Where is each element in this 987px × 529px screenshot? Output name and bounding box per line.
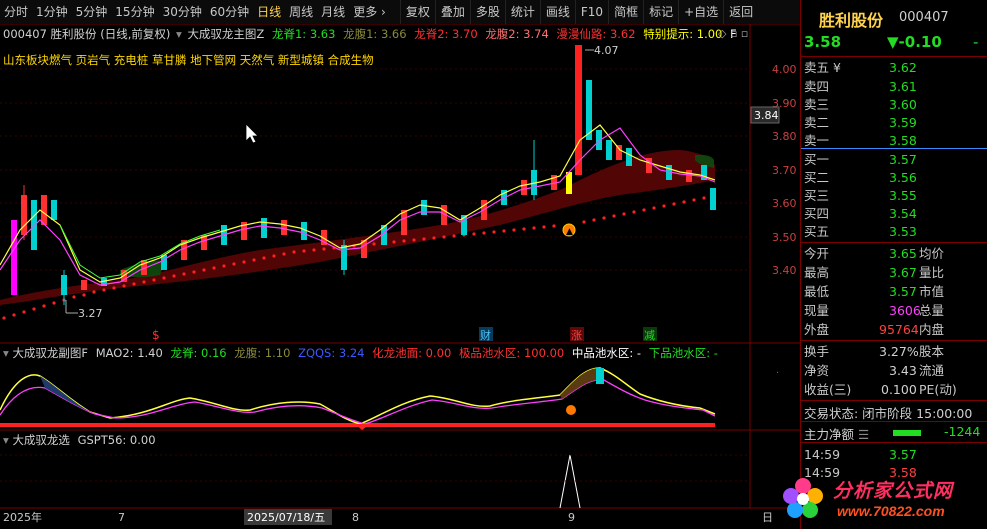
chevron-icon[interactable]: ▾: [3, 346, 9, 360]
bid-row-1[interactable]: 买一 3.57: [801, 150, 987, 169]
high-label: 4.07: [594, 44, 619, 57]
stat-row-volume: 现量 3606 总量: [804, 303, 945, 318]
x-corner: 日: [762, 511, 773, 524]
watermark-url: www.70822.com: [837, 503, 945, 519]
bid-row-2[interactable]: 买二 3.56: [801, 168, 987, 187]
low-label: 3.27: [78, 307, 103, 320]
stock-code: 000407: [899, 10, 949, 25]
stat-row-open: 今开 3.65 均价: [804, 246, 945, 261]
marker-rise: 涨: [571, 329, 582, 342]
stat-row-netasset: 净资 3.43 流通: [804, 363, 945, 378]
price-tag: 3.84: [754, 109, 779, 122]
sub1-cyan-bar: [596, 368, 604, 384]
sub1-item-longfu: 龙腹: 1.10: [234, 346, 291, 360]
sub2-title[interactable]: 大成驭龙选: [12, 433, 70, 447]
sub2-item-gspt56: GSPT56: 0.00: [77, 433, 156, 447]
sub1-blue-fill: [40, 376, 95, 414]
trade-status: 交易状态: 闭市阶段 15:00:00: [804, 406, 973, 421]
stat-row-high: 最高 3.67 量比: [804, 265, 945, 280]
sub1-signal-icon: [566, 405, 576, 415]
y-tick: 4.00: [772, 63, 797, 76]
ask-row-5[interactable]: 卖五 ¥3.62: [801, 58, 987, 77]
quote-panel: 胜利股份 000407 3.58 ▼-0.10 - 卖五 ¥3.62 卖四 3.6…: [801, 0, 987, 529]
ask-row-2[interactable]: 卖二 3.59: [801, 113, 987, 132]
y-tick: 3.80: [772, 130, 797, 143]
sub1-item-zqqs: ZQQS: 3.24: [298, 346, 365, 360]
stock-name: 胜利股份: [819, 11, 884, 30]
watermark-logo: 分析家公式网 www.70822.com: [775, 470, 985, 526]
marker-reduce: 减: [644, 329, 655, 342]
tick-row: 14:59 3.57: [804, 447, 917, 462]
marker-finance: 财: [480, 328, 491, 342]
change-pct: -: [973, 33, 979, 51]
main-net-bar: [893, 430, 921, 436]
watermark-title: 分析家公式网: [833, 481, 954, 502]
main-net-value: -1244: [944, 424, 981, 439]
stat-row-turnover: 换手 3.27% 股本: [804, 344, 945, 359]
bid-row-3[interactable]: 买三 3.55: [801, 186, 987, 205]
x-label: 7: [118, 511, 125, 524]
sub1-line-yellow: [0, 367, 716, 425]
sub1-item-longji: 龙脊: 0.16: [170, 346, 227, 360]
main-net-label[interactable]: 主力净额 ☰: [804, 424, 869, 443]
sub1-title[interactable]: 大成驭龙副图F: [12, 346, 88, 360]
marker-dollar: $: [152, 328, 160, 342]
bid-row-4[interactable]: 买四 3.54: [801, 204, 987, 223]
stat-row-low: 最低 3.57 市值: [804, 284, 945, 299]
ask-row-4[interactable]: 卖四 3.61: [801, 77, 987, 96]
price-change: ▼-0.10: [887, 33, 942, 51]
sub1-item-zhongpin: 中品池水区: -: [571, 346, 642, 360]
sub1-item-jipin: 极品池水区: 100.00: [458, 346, 565, 360]
x-label: 2025年: [3, 510, 42, 524]
kline-chart: 3.27 4.07 ▲ 4.00 3.90 3.80 3.70 3.60 3.5…: [0, 24, 800, 525]
x-label: 8: [352, 511, 359, 524]
x-cursor-date: 2025/07/18/五: [247, 511, 325, 524]
stat-row-outer: 外盘 95764 内盘: [804, 322, 945, 337]
sub1-tick: ·: [776, 368, 779, 379]
stat-row-eps: 收益(三) 0.100 PE(动): [804, 382, 957, 397]
bid-row-5[interactable]: 买五 3.53: [801, 222, 987, 241]
sub1-legend: ▾ 大成驭龙副图F MAO2: 1.40 龙脊: 0.16 龙腹: 1.10 Z…: [3, 345, 718, 361]
mouse-cursor-icon: [245, 123, 259, 144]
flower-logo-icon: [783, 478, 823, 518]
y-tick: 3.40: [772, 264, 797, 277]
sub2-legend: ▾ 大成驭龙选 GSPT56: 0.00: [3, 432, 156, 448]
chevron-icon[interactable]: ▾: [3, 433, 9, 447]
y-tick: 3.70: [772, 164, 797, 177]
last-price: 3.58: [804, 33, 842, 51]
ask-row-3[interactable]: 卖三 3.60: [801, 95, 987, 114]
x-label: 9: [568, 511, 575, 524]
list-icon: ☰: [858, 427, 870, 442]
sub1-item-xiapin: 下品池水区: -: [648, 346, 718, 360]
bid-ask-divider: [801, 148, 987, 149]
y-tick: 3.50: [772, 231, 797, 244]
svg-text:▲: ▲: [566, 227, 573, 237]
y-tick: 3.60: [772, 197, 797, 210]
support-dots: [2, 196, 706, 320]
sub1-item-mao2: MAO2: 1.40: [95, 346, 163, 360]
sub1-item-hualong: 化龙池面: 0.00: [372, 346, 452, 360]
cloud-band: [0, 150, 715, 305]
